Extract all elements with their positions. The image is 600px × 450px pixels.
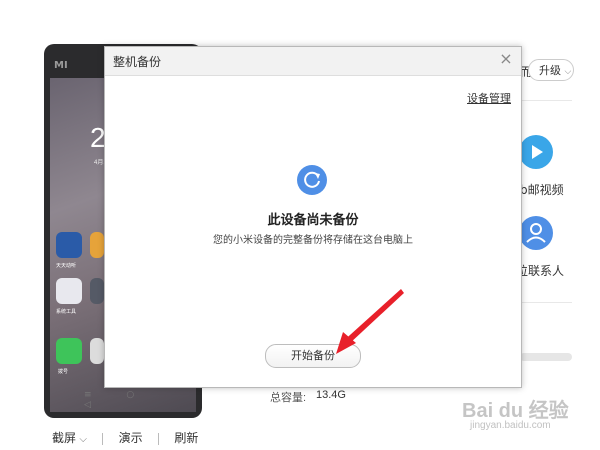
start-backup-button[interactable]: 开始备份 (265, 344, 361, 368)
backup-status-heading: 此设备尚未备份 (267, 213, 359, 228)
close-icon[interactable]: × (497, 50, 515, 68)
demo-button[interactable]: 演示 (119, 429, 143, 446)
screenshot-button[interactable]: 截屏 ⌵ (52, 429, 87, 446)
total-capacity-label: 总容量: (270, 392, 307, 404)
contacts-label: 位联系人 (516, 264, 565, 278)
play-video-icon[interactable] (519, 135, 553, 169)
home-icon: ○ (126, 390, 135, 400)
screenshot-label: 截屏 (52, 431, 77, 445)
phone-brand-logo: MI (54, 60, 68, 71)
baidu-watermark-logo: Bai du 经验 (462, 400, 569, 422)
backup-sync-icon (297, 165, 327, 195)
app-icon-phone (56, 338, 82, 364)
phone-nav-bar: ≡ ○ ◁ (84, 390, 202, 410)
bottom-toolbar: 截屏 ⌵ 演示 刷新 (52, 429, 210, 446)
contact-person-icon[interactable] (519, 216, 553, 250)
upgrade-label: 升级 (539, 64, 561, 77)
app-label: 天天动听 (56, 263, 77, 269)
divider (102, 432, 104, 445)
app-icon-tools (56, 278, 82, 304)
video-label: b邮视频 (520, 183, 564, 197)
watermark-url: jingyan.baidu.com (470, 420, 551, 431)
app-label: 拨号 (58, 369, 69, 375)
app-icon-contacts (90, 338, 104, 364)
dialog-titlebar[interactable]: 整机备份 × (105, 47, 521, 76)
total-capacity-value: 13.4G (316, 389, 346, 401)
backup-status-description: 您的小米设备的完整备份将存储在这台电脑上 (213, 235, 413, 246)
back-icon: ◁ (84, 400, 91, 410)
chevron-down-icon: ⌵ (564, 67, 572, 77)
divider (520, 302, 572, 303)
app-icon-fingerprint (90, 278, 104, 304)
full-backup-dialog: 整机备份 × 设备管理 此设备尚未备份 您的小米设备的完整备份将存储在这台电脑上… (104, 46, 522, 388)
refresh-button[interactable]: 刷新 (174, 429, 198, 446)
app-icon-tiantian (56, 232, 82, 258)
divider (158, 432, 159, 445)
device-manage-link[interactable]: 设备管理 (467, 90, 511, 106)
app-label: 系统工具 (56, 309, 77, 315)
dialog-title: 整机备份 (113, 55, 162, 69)
menu-icon: ≡ (84, 390, 92, 400)
storage-progress-bar (520, 353, 572, 361)
chevron-down-icon: ⌵ (79, 434, 87, 445)
app-icon-gallery (90, 232, 104, 258)
divider (520, 100, 572, 101)
upgrade-button[interactable]: 升级 ⌵ (528, 59, 574, 81)
